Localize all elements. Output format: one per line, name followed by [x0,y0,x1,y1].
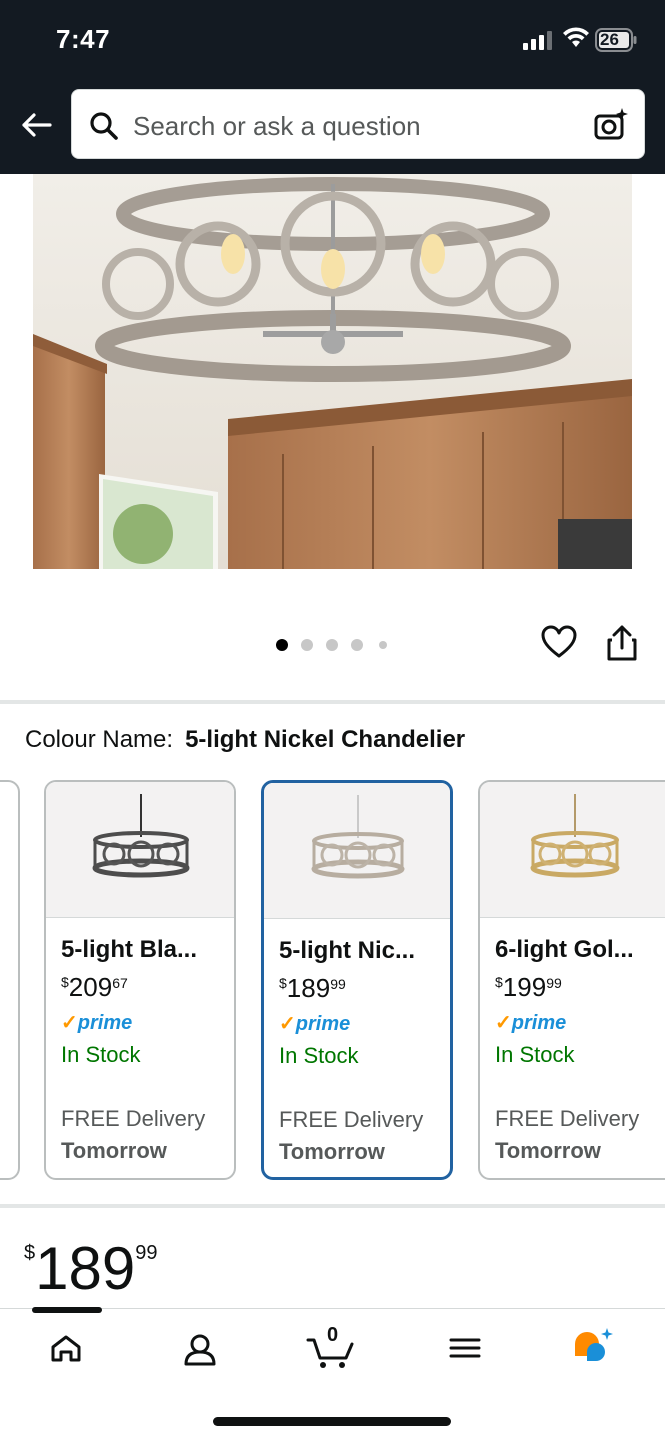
active-tab-indicator [32,1307,102,1313]
delivery-label: FREE Delivery [279,1107,424,1132]
variant-card-gold[interactable]: 6-light Gol... $19999 ✓prime In Stock FR… [478,780,665,1180]
price-whole: 189 [35,1235,136,1302]
section-divider [0,1204,665,1208]
battery-level: 26 [600,30,619,49]
rufus-ai-icon [575,1328,613,1361]
delivery-day: Tomorrow [495,1138,601,1163]
tab-home[interactable] [36,1322,96,1382]
wishlist-heart-icon[interactable] [541,625,577,659]
variant-thumbnail [480,782,665,918]
price-currency: $ [24,1242,36,1264]
battery-icon: 26 [595,28,637,52]
stock-status: In Stock [495,1042,575,1067]
cellular-signal-icon [523,31,552,50]
prime-check-icon: ✓ [61,1012,78,1034]
status-bar: 7:47 26 [0,0,665,88]
delivery-label: FREE Delivery [495,1106,640,1131]
tab-rufus[interactable] [567,1322,627,1382]
prime-badge: ✓prime [61,1012,133,1034]
search-bar[interactable]: Search or ask a question [71,89,645,159]
pagination-dot-4[interactable] [351,639,363,651]
share-icon[interactable] [606,624,638,662]
variant-title: 5-light Nic... [279,937,416,964]
colour-name-value: 5-light Nickel Chandelier [185,726,466,753]
delivery-label: FREE Delivery [61,1106,206,1131]
prime-badge: ✓prime [495,1012,567,1034]
status-time: 7:47 [56,24,111,54]
prime-check-icon: ✓ [279,1013,296,1035]
pagination-dot-1[interactable] [276,639,288,651]
home-icon [51,1335,81,1362]
variant-price: $18999 [279,973,346,1003]
variant-title: 5-light Bla... [61,936,198,963]
variant-title: 6-light Gol... [495,936,634,963]
variant-card-nickel[interactable]: 5-light Nic... $18999 ✓prime In Stock FR… [261,780,453,1180]
tab-cart[interactable]: 0 [302,1322,362,1382]
menu-icon [449,1338,481,1358]
variant-thumbnail [46,782,234,918]
prime-badge: ✓prime [279,1013,351,1035]
variant-price: $19999 [495,972,562,1002]
pagination-dot-5[interactable] [379,641,387,649]
product-image[interactable] [33,174,632,569]
tab-menu[interactable] [435,1322,495,1382]
variant-price: $20967 [61,972,128,1002]
colour-name-label: Colour Name: [25,726,174,753]
section-divider [0,700,665,704]
stock-status: In Stock [279,1043,359,1068]
delivery-day: Tomorrow [61,1138,167,1163]
search-icon [90,112,118,140]
cart-count: 0 [327,1324,339,1346]
product-price: $18999 [24,1234,157,1303]
stock-status: In Stock [61,1042,141,1067]
variant-card-partial[interactable] [0,780,20,1180]
image-pagination[interactable] [272,637,402,653]
chandelier-photo [33,174,632,569]
tab-account[interactable] [170,1322,230,1382]
prime-check-icon: ✓ [495,1012,512,1034]
pagination-dot-3[interactable] [326,639,338,651]
variant-thumbnail [264,783,450,919]
variant-card-black[interactable]: 5-light Bla... $20967 ✓prime In Stock FR… [44,780,236,1180]
search-input[interactable]: Search or ask a question [133,111,421,142]
delivery-day: Tomorrow [279,1139,385,1164]
price-fraction: 99 [135,1242,158,1264]
camera-search-icon[interactable] [592,106,630,144]
colour-name-row: Colour Name: 5-light Nickel Chandelier [25,726,465,754]
account-icon [184,1334,216,1366]
pagination-dot-2[interactable] [301,639,313,651]
home-indicator [213,1417,451,1426]
back-arrow-icon[interactable] [18,110,54,140]
wifi-icon [563,27,589,47]
